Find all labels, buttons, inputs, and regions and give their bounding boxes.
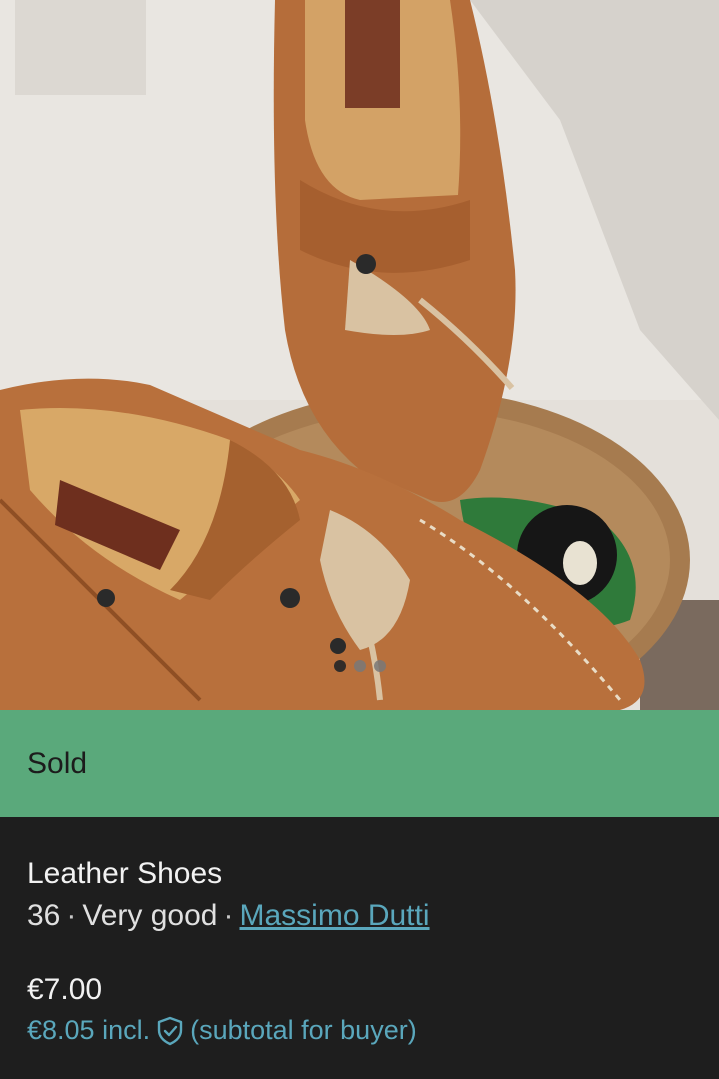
listing-title: Leather Shoes: [27, 857, 223, 890]
carousel-dot-2[interactable]: [353, 660, 366, 672]
sold-label: Sold: [27, 746, 88, 780]
condition-value: Very good: [82, 899, 218, 932]
brand-link[interactable]: Massimo Dutti: [239, 899, 429, 932]
meta-separator: ·: [66, 899, 77, 932]
carousel-indicator[interactable]: [0, 660, 719, 676]
price-incl-value: €8.05 incl.: [27, 1015, 151, 1045]
buyer-protection-price[interactable]: €8.05 incl. (subtotal for buyer): [27, 1015, 417, 1046]
shoes-image: [0, 0, 719, 710]
sold-status-bar: Sold: [0, 710, 719, 817]
listing-info: Leather Shoes 36 · Very good · Massimo Dutti…: [0, 817, 719, 1079]
carousel-dot-1[interactable]: [333, 660, 346, 672]
product-photo[interactable]: [0, 0, 719, 710]
subtotal-note: (subtotal for buyer): [190, 1015, 417, 1045]
meta-separator: ·: [223, 899, 234, 932]
shield-check-icon: [157, 1016, 183, 1045]
listing-meta: 36 · Very good · Massimo Dutti: [27, 899, 430, 933]
size-value: 36: [27, 899, 61, 932]
carousel-dot-3[interactable]: [373, 660, 386, 672]
price: €7.00: [27, 973, 103, 1006]
